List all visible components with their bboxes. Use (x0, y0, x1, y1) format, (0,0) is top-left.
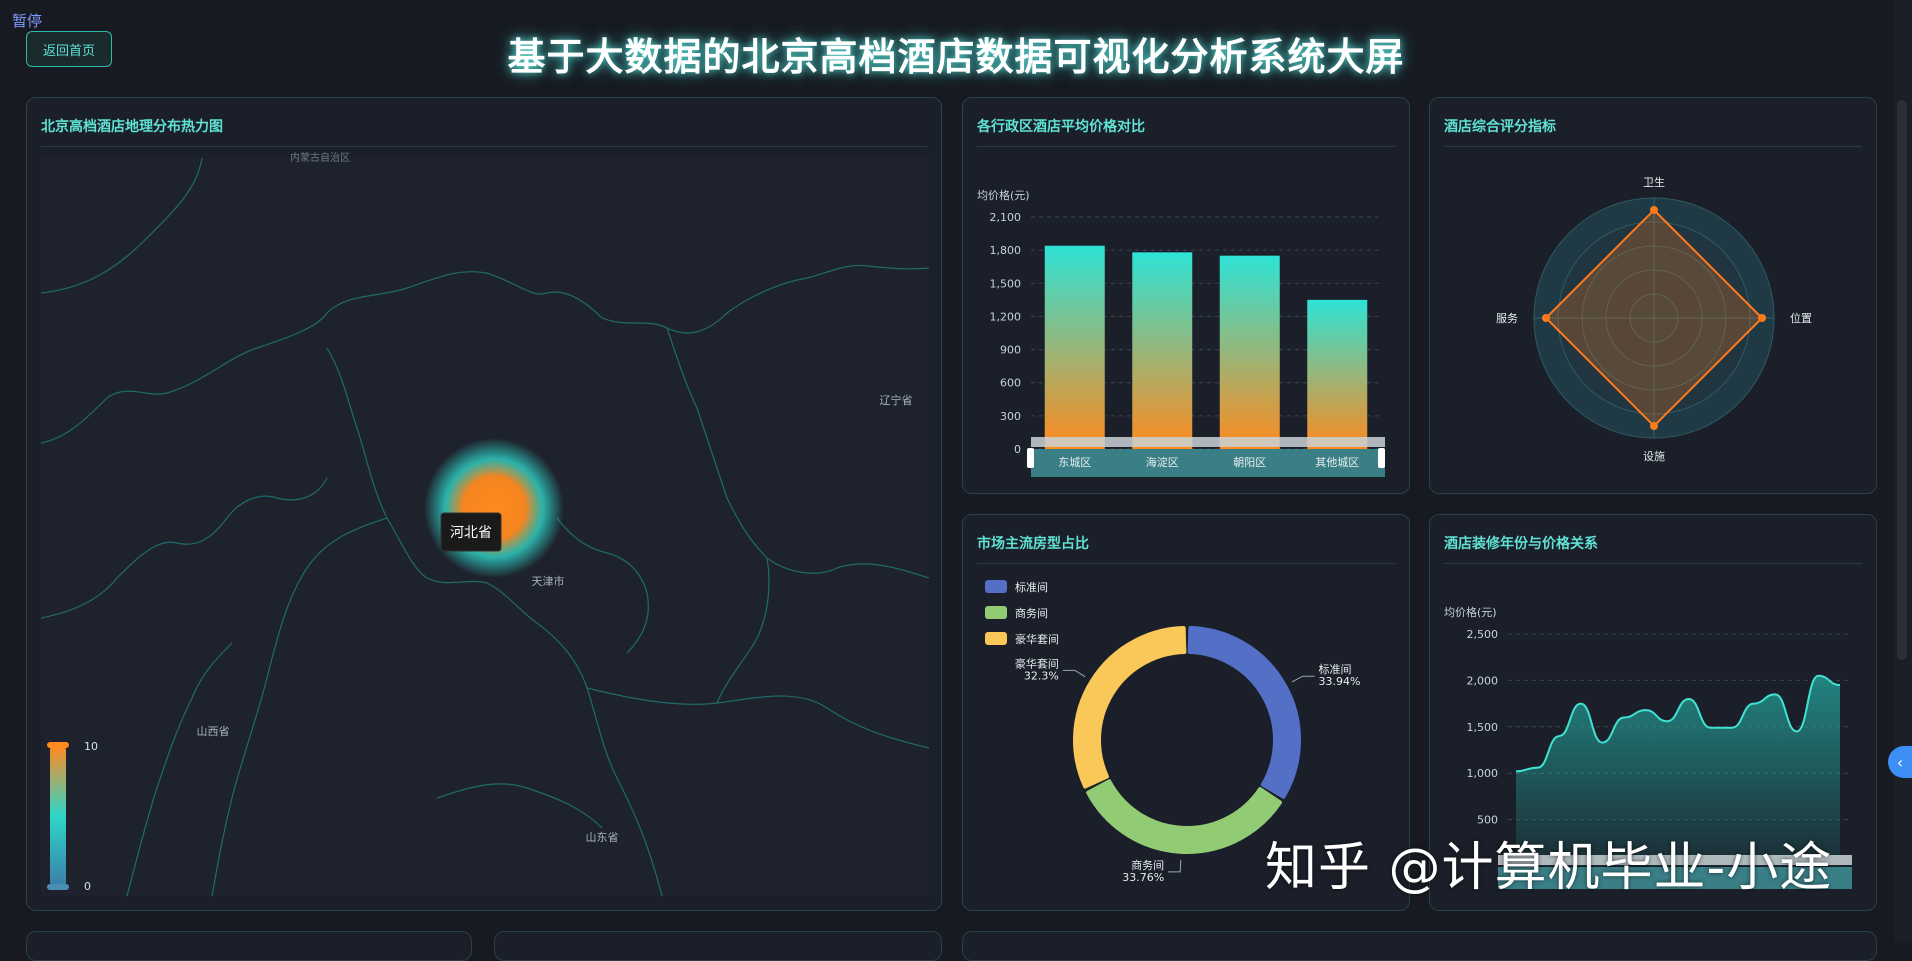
x-tick-label: 东城区 (1058, 456, 1091, 469)
legend-swatch (985, 580, 1007, 593)
slice-label: 商务间 (1131, 858, 1164, 872)
watermark: 知乎 @计算机毕业-小途 (1265, 838, 1833, 898)
radar-indicator-label: 位置 (1790, 311, 1812, 325)
y-tick-label: 900 (1000, 344, 1021, 357)
donut-slice (1086, 779, 1282, 854)
side-collapse-button[interactable]: ‹ (1888, 746, 1912, 778)
heatmap-map[interactable]: 河北省 辽宁省 天津市 山西省 山东省 内蒙古自治区 10 0 (27, 98, 943, 912)
price-bar-chart[interactable]: 均价格(元) 0 300 600 900 1,200 1,500 1,800 2,100 东城区 海… (963, 98, 1411, 495)
label-leader (1062, 669, 1086, 678)
y-tick-label: 1,000 (1467, 767, 1499, 780)
province-label: 辽宁省 (880, 393, 913, 407)
heat-hotspot (424, 438, 564, 578)
label-leader (1168, 859, 1182, 873)
datazoom-handle-right (1378, 448, 1385, 468)
y-tick-label: 1,800 (990, 244, 1022, 257)
slice-label: 33.94% (1319, 675, 1361, 688)
heatmap-panel: 北京高档酒店地理分布热力图 河北省 辽宁省 天津市 山西省 山东省 内蒙古自治区… (26, 97, 942, 911)
y-tick-label: 2,000 (1467, 674, 1499, 687)
y-tick-label: 2,500 (1467, 628, 1499, 641)
visual-map-min: 0 (84, 880, 91, 893)
province-label: 山东省 (586, 831, 619, 844)
slice-label: 豪华套间 (1015, 656, 1059, 670)
bar (1044, 245, 1105, 449)
radar-panel: 酒店综合评分指标 卫生 位置 设施 服务 (1429, 97, 1877, 494)
radar-indicator-label: 设施 (1643, 450, 1665, 463)
datazoom-handle-left (1027, 448, 1034, 468)
x-tick-label: 其他城区 (1315, 456, 1359, 469)
y-axis-label: 均价格(元) (1444, 605, 1497, 619)
label-leader (1291, 675, 1315, 683)
province-label: 山西省 (197, 725, 230, 738)
price-panel: 各行政区酒店平均价格对比 均价格(元) 0 300 600 900 1,200 1,500 1… (962, 97, 1410, 494)
y-tick-label: 300 (1000, 410, 1021, 423)
page-title: 基于大数据的北京高档酒店数据可视化分析系统大屏 (507, 35, 1405, 79)
rating-radar-chart[interactable]: 卫生位置设施 服务 (1430, 98, 1878, 495)
map-tooltip-text: 河北省 (450, 525, 492, 541)
visual-map-bar[interactable] (50, 746, 66, 886)
bar (1219, 255, 1280, 449)
visual-map-handle-top[interactable] (47, 742, 69, 748)
legend-swatch (985, 606, 1007, 619)
legend-label: 标准间 (1015, 580, 1048, 594)
slice-label: 标准间 (1319, 662, 1352, 676)
bar (1132, 252, 1193, 449)
datazoom-bar (1031, 437, 1385, 447)
x-tick-label: 海淀区 (1146, 455, 1179, 469)
bar (1307, 299, 1368, 449)
visual-map-handle-bottom[interactable] (47, 884, 69, 890)
y-tick-label: 0 (1014, 443, 1021, 456)
y-tick-label: 1,200 (990, 310, 1022, 323)
radar-point (1650, 422, 1658, 430)
y-tick-label: 1,500 (1467, 721, 1499, 734)
legend-swatch (985, 632, 1007, 645)
radar-indicator-label: 卫生 (1643, 175, 1665, 189)
scrollbar-thumb[interactable] (1897, 100, 1907, 660)
radar-point (1758, 314, 1766, 322)
slice-label: 32.3% (1024, 669, 1059, 682)
y-tick-label: 1,500 (990, 277, 1022, 290)
bottom-panel-3 (962, 931, 1877, 961)
slice-label: 33.76% (1122, 871, 1164, 884)
x-tick-label: 朝阳区 (1233, 456, 1266, 469)
donut-slice (1187, 626, 1301, 799)
y-tick-label: 600 (1000, 377, 1021, 390)
radar-indicator-label: 服务 (1496, 312, 1518, 325)
bottom-panel-1 (26, 931, 472, 961)
visual-map-max: 10 (84, 740, 98, 753)
legend-label: 商务间 (1015, 606, 1048, 620)
donut-slice (1073, 626, 1187, 789)
radar-point (1542, 314, 1550, 322)
radar-point (1650, 206, 1658, 214)
province-label: 天津市 (532, 574, 565, 588)
y-axis-label: 均价格(元) (977, 188, 1030, 202)
province-label: 内蒙古自治区 (290, 151, 350, 164)
bottom-panel-2 (494, 931, 942, 961)
legend-label: 豪华套间 (1015, 632, 1059, 646)
y-tick-label: 2,100 (990, 211, 1022, 224)
